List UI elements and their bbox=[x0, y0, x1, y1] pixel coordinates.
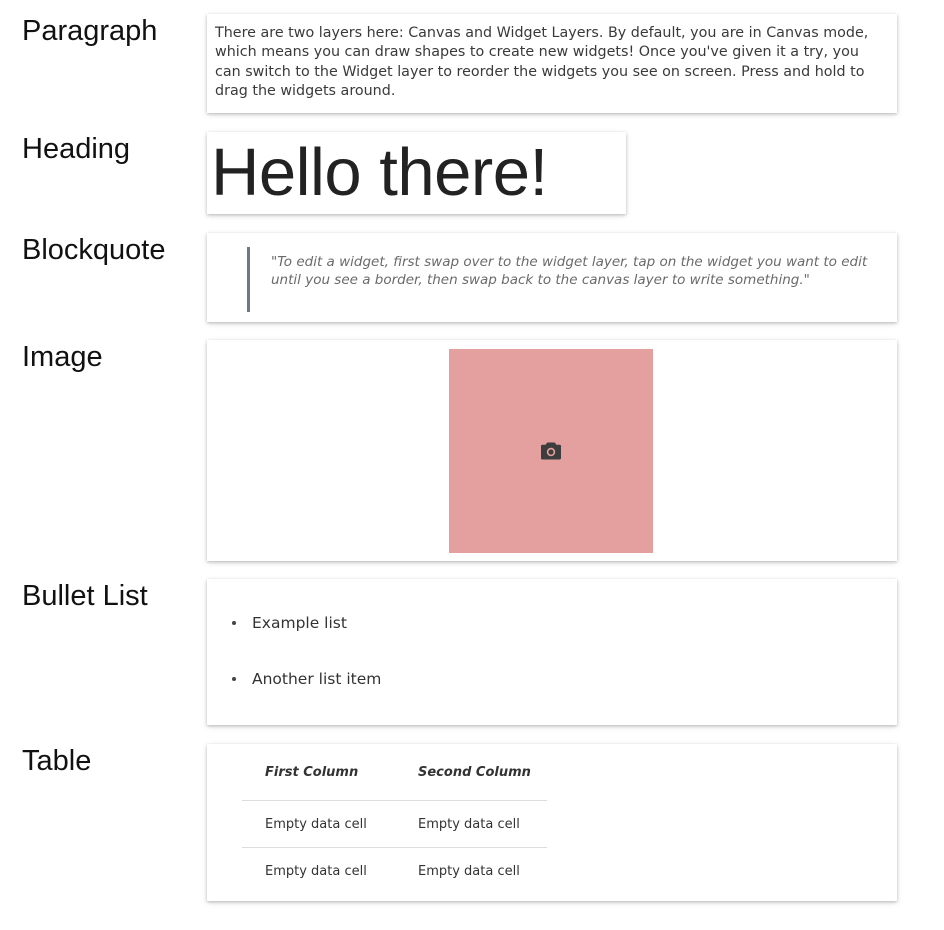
table-header-cell: Second Column bbox=[418, 765, 531, 780]
table-cell: Empty data cell bbox=[418, 864, 520, 879]
table-header-cell: First Column bbox=[265, 765, 359, 780]
table-cell: Empty data cell bbox=[265, 864, 367, 879]
table-row: Empty data cell Empty data cell bbox=[242, 801, 547, 848]
bullet-dot bbox=[232, 677, 236, 681]
image-label: Image bbox=[22, 341, 103, 373]
image-placeholder[interactable] bbox=[449, 349, 653, 553]
quote-bar bbox=[247, 247, 250, 312]
paragraph-label: Paragraph bbox=[22, 15, 158, 47]
table-cell: Empty data cell bbox=[265, 817, 367, 832]
bullet-list-widget[interactable]: Example list Another list item bbox=[207, 579, 897, 725]
heading-widget[interactable]: Hello there! bbox=[207, 132, 626, 214]
data-table: First Column Second Column Empty data ce… bbox=[242, 744, 547, 895]
list-item: Example list bbox=[207, 611, 897, 635]
blockquote-text: "To edit a widget, first swap over to th… bbox=[271, 254, 868, 288]
paragraph-widget[interactable]: There are two layers here: Canvas and Wi… bbox=[207, 14, 897, 113]
heading-label: Heading bbox=[22, 133, 131, 165]
table-cell: Empty data cell bbox=[418, 817, 520, 832]
bullet-dot bbox=[232, 621, 236, 625]
table-header-row: First Column Second Column bbox=[242, 744, 547, 801]
bullet-list-label: Bullet List bbox=[22, 580, 148, 612]
paragraph-text: There are two layers here: Canvas and Wi… bbox=[215, 25, 869, 99]
list-item-text: Another list item bbox=[252, 670, 382, 688]
image-widget[interactable] bbox=[207, 340, 897, 561]
camera-icon bbox=[541, 442, 561, 460]
table-label: Table bbox=[22, 745, 92, 777]
blockquote-widget[interactable]: "To edit a widget, first swap over to th… bbox=[207, 233, 897, 322]
table-widget[interactable]: First Column Second Column Empty data ce… bbox=[207, 744, 897, 901]
heading-text: Hello there! bbox=[211, 135, 548, 210]
list-item: Another list item bbox=[207, 667, 897, 691]
list-item-text: Example list bbox=[252, 614, 347, 632]
blockquote-label: Blockquote bbox=[22, 234, 166, 266]
table-row: Empty data cell Empty data cell bbox=[242, 848, 547, 895]
